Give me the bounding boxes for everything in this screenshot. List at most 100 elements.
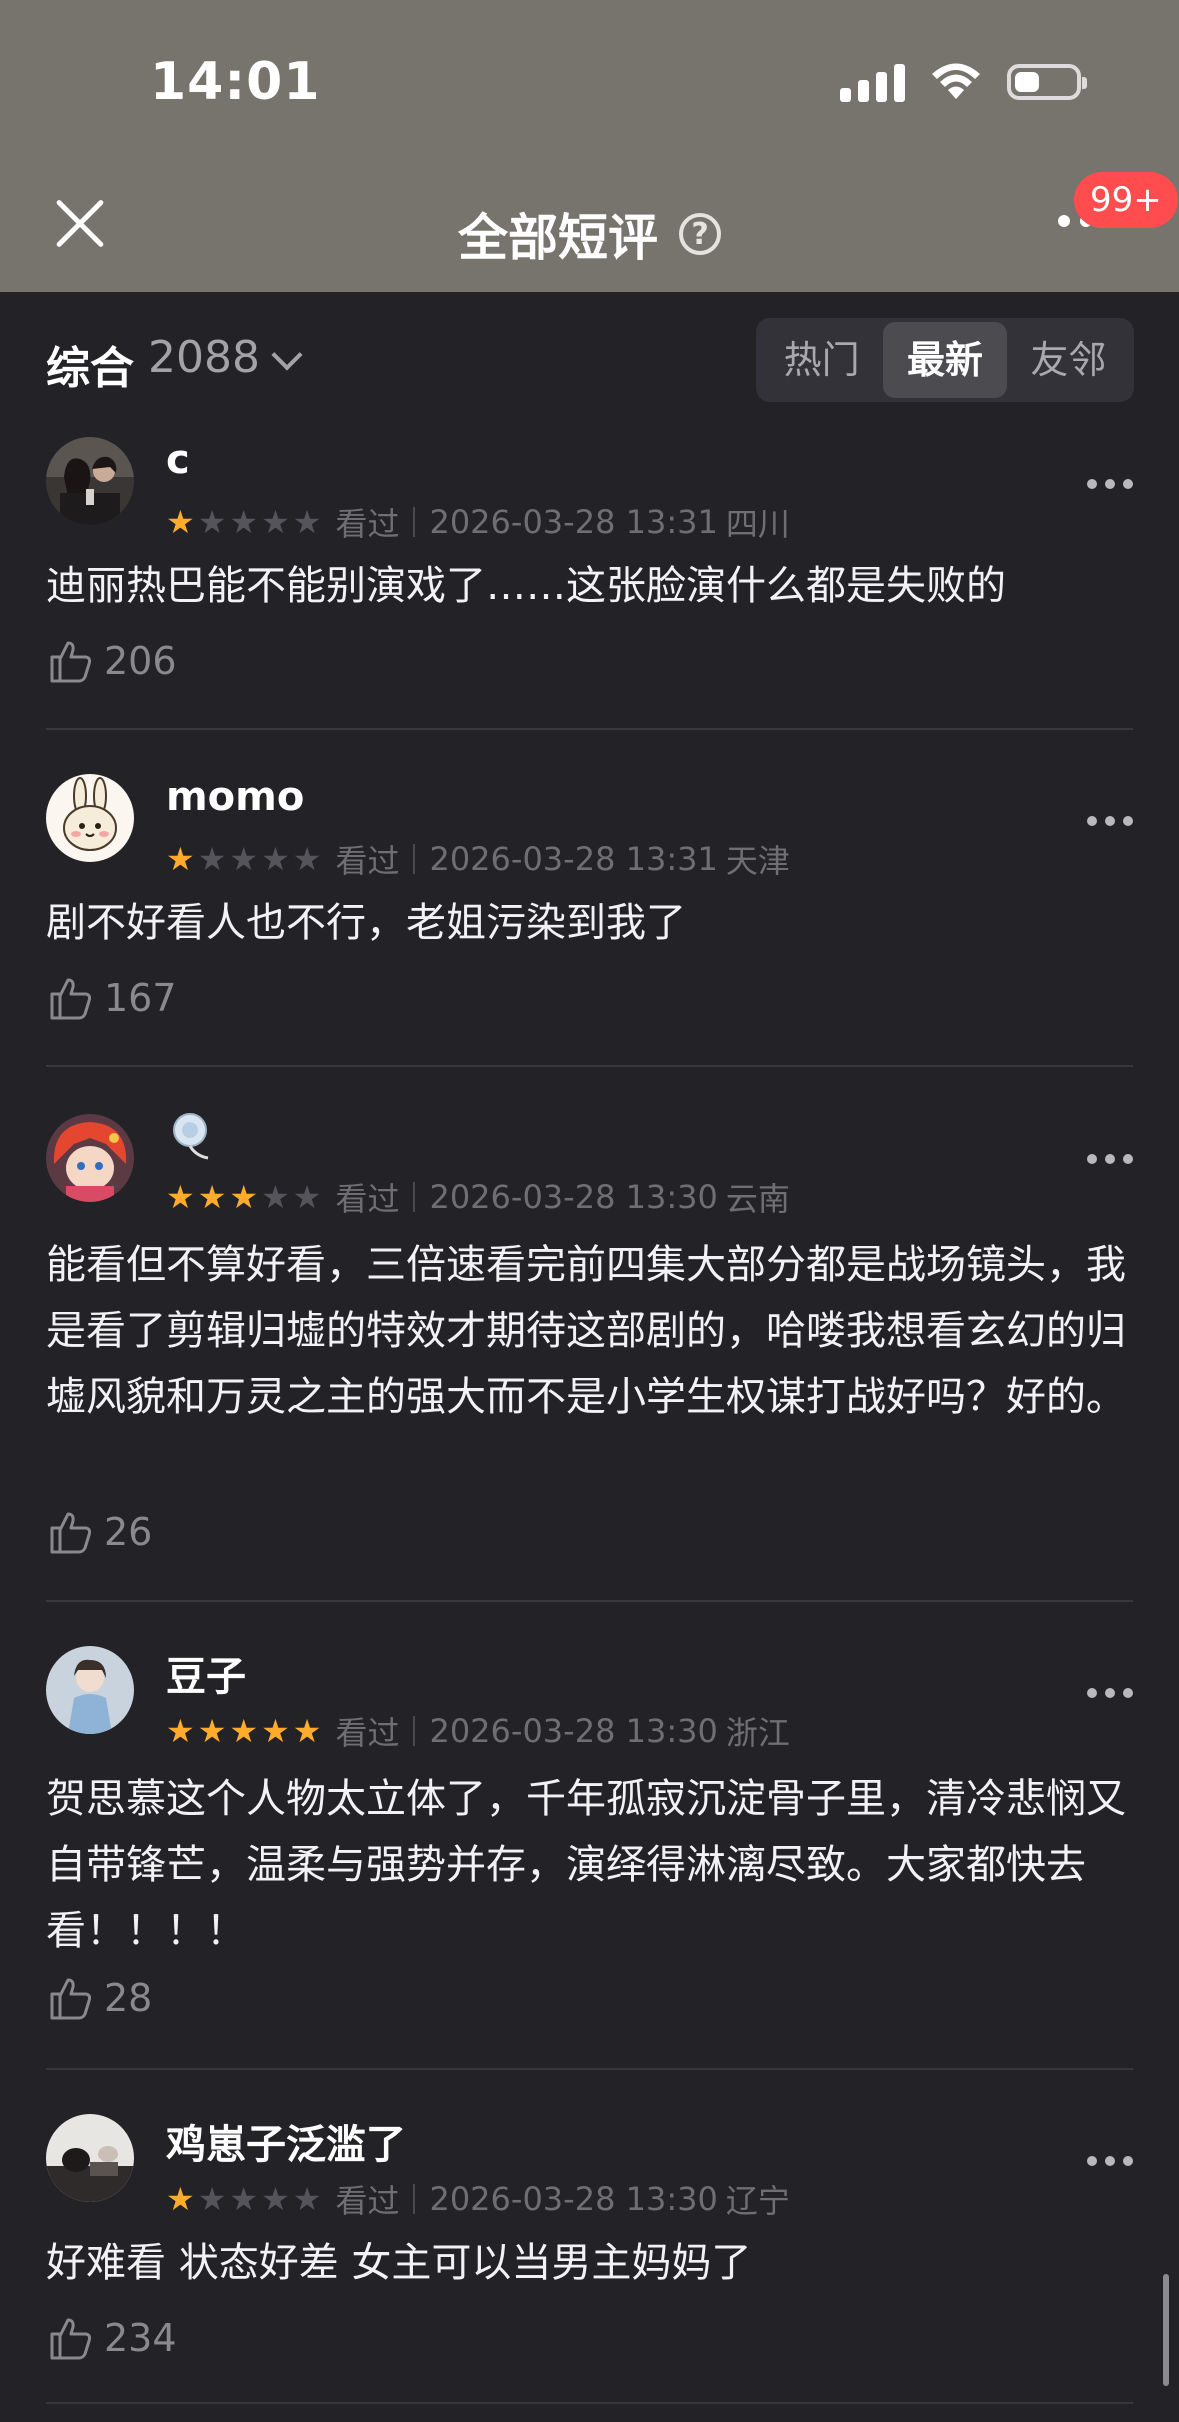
watch-status: 看过: [335, 1180, 400, 1218]
page-title: 全部短评: [457, 209, 658, 267]
user-badge-icon: [173, 1113, 209, 1160]
avatar[interactable]: [46, 1646, 134, 1734]
review-item: c ★ ★ ★ ★ ★ 看过 2026-03-28 13:31 四川 迪丽热巴能不能别演…: [46, 437, 1133, 730]
rating-stars: ★ ★ ★ ★ ★: [166, 506, 321, 538]
review-text: 能看但不算好看，三倍速看完前四集大部分都是战场镜头，我是看了剪辑归墟的特效才期待…: [46, 1242, 1126, 1420]
review-username[interactable]: c: [166, 437, 190, 483]
divider: [413, 1182, 416, 1212]
review-location: 天津: [725, 842, 790, 880]
star-icon: ★: [292, 2180, 322, 2218]
review-divider: [46, 728, 1133, 730]
rating-stars: ★ ★ ★ ★ ★: [166, 1181, 321, 1213]
review-username[interactable]: momo: [166, 774, 304, 820]
review-text: 迪丽热巴能不能别演戏了……这张脸演什么都是失败的: [46, 563, 1006, 609]
like-button[interactable]: 167: [46, 974, 177, 1022]
divider: [413, 2184, 416, 2214]
review-meta: ★ ★ ★ ★ ★ 看过 2026-03-28 13:31 四川: [166, 499, 790, 545]
rating-stars: ★ ★ ★ ★ ★: [166, 843, 321, 875]
watch-status: 看过: [335, 1714, 400, 1752]
star-icon: ★: [197, 840, 227, 878]
review-item: momo ★ ★ ★ ★ ★ 看过 2026-03-28 13:31 天津 剧不好看人也…: [46, 774, 1133, 1067]
thumbs-up-icon: [50, 978, 92, 1020]
rating-stars: ★ ★ ★ ★ ★: [166, 1715, 321, 1747]
review-divider: [46, 1065, 1133, 1067]
star-icon: ★: [197, 1712, 227, 1750]
watch-status: 看过: [335, 505, 400, 543]
tab-latest[interactable]: 最新: [883, 322, 1007, 398]
star-icon: ★: [229, 1712, 259, 1750]
review-item: 豆子 ★ ★ ★ ★ ★ 看过 2026-03-28 13:30 浙江 贺思慕这个人物太…: [46, 1644, 1133, 2070]
nav-title-area: 全部短评 ?: [0, 198, 1179, 270]
star-icon: ★: [166, 2180, 195, 2218]
review-more-icon[interactable]: [1087, 1154, 1133, 1164]
star-icon: ★: [292, 1178, 322, 1216]
status-time: 14:01: [150, 52, 321, 112]
avatar[interactable]: [46, 774, 134, 862]
star-icon: ★: [166, 1712, 195, 1750]
review-more-icon[interactable]: [1087, 2156, 1133, 2166]
tab-friends[interactable]: 友邻: [1007, 318, 1130, 402]
like-count: 167: [104, 976, 177, 1020]
star-icon: ★: [292, 1712, 322, 1750]
review-location: 浙江: [725, 1714, 790, 1752]
review-text: 好难看 状态好差 女主可以当男主妈妈了: [46, 2240, 752, 2286]
notification-badge: 99+: [1074, 172, 1178, 228]
thumbs-up-icon: [50, 1978, 92, 2020]
review-location: 云南: [725, 1180, 790, 1218]
avatar[interactable]: [46, 437, 134, 525]
star-icon: ★: [229, 2180, 259, 2218]
divider: [413, 844, 416, 874]
review-more-icon[interactable]: [1087, 1688, 1133, 1698]
star-icon: ★: [261, 503, 290, 541]
review-more-icon[interactable]: [1087, 479, 1133, 489]
review-username[interactable]: 豆子: [166, 1644, 246, 1702]
rating-stars: ★ ★ ★ ★ ★: [166, 2183, 321, 2215]
thumbs-up-icon: [50, 1512, 92, 1554]
star-icon: ★: [197, 2180, 227, 2218]
watch-status: 看过: [335, 2182, 400, 2220]
review-more-icon[interactable]: [1087, 816, 1133, 826]
battery-icon: [1007, 64, 1087, 100]
review-meta: ★ ★ ★ ★ ★ 看过 2026-03-28 13:31 天津: [166, 836, 790, 882]
review-datetime: 2026-03-28 13:30: [429, 1178, 718, 1216]
divider: [413, 507, 416, 537]
review-datetime: 2026-03-28 13:30: [429, 1712, 718, 1750]
star-icon: ★: [166, 503, 195, 541]
star-icon: ★: [197, 503, 227, 541]
like-button[interactable]: 206: [46, 637, 177, 685]
star-icon: ★: [197, 1178, 227, 1216]
scrollbar[interactable]: [1163, 2274, 1169, 2386]
thumbs-up-icon: [50, 641, 92, 683]
like-count: 206: [104, 639, 177, 683]
review-item: ★ ★ ★ ★ ★ 看过 2026-03-28 13:30 云南 能看但不算好看，三倍速…: [46, 1110, 1133, 1602]
divider: [413, 1716, 416, 1746]
cellular-signal-icon: [840, 62, 905, 102]
review-text: 贺思慕这个人物太立体了，千年孤寂沉淀骨子里，清冷悲悯又自带锋芒，温柔与强势并存，…: [46, 1776, 1126, 1954]
avatar[interactable]: [46, 1114, 134, 1202]
review-divider: [46, 2402, 1133, 2404]
star-icon: ★: [292, 503, 322, 541]
wifi-icon: [932, 63, 980, 99]
sort-tabs: 热门 最新 友邻: [756, 318, 1134, 402]
review-divider: [46, 2068, 1133, 2070]
review-datetime: 2026-03-28 13:31: [429, 840, 718, 878]
review-meta: ★ ★ ★ ★ ★ 看过 2026-03-28 13:30 辽宁: [166, 2176, 790, 2222]
star-icon: ★: [261, 2180, 290, 2218]
status-icons: [840, 62, 1087, 102]
like-button[interactable]: 26: [46, 1508, 152, 1556]
star-icon: ★: [166, 840, 195, 878]
like-button[interactable]: 28: [46, 1974, 152, 2022]
like-button[interactable]: 234: [46, 2314, 177, 2362]
sort-dropdown-label[interactable]: 综合: [46, 332, 134, 396]
review-count: 2088: [148, 332, 260, 383]
like-count: 28: [104, 1976, 153, 2020]
avatar[interactable]: [46, 2114, 134, 2202]
help-icon[interactable]: ?: [679, 213, 722, 255]
star-icon: ★: [229, 1178, 259, 1216]
tab-hot[interactable]: 热门: [760, 318, 883, 402]
star-icon: ★: [229, 840, 259, 878]
review-location: 四川: [725, 505, 790, 543]
review-username[interactable]: 鸡崽子泛滥了: [166, 2112, 406, 2170]
chevron-down-icon[interactable]: [271, 339, 303, 371]
star-icon: ★: [229, 503, 259, 541]
